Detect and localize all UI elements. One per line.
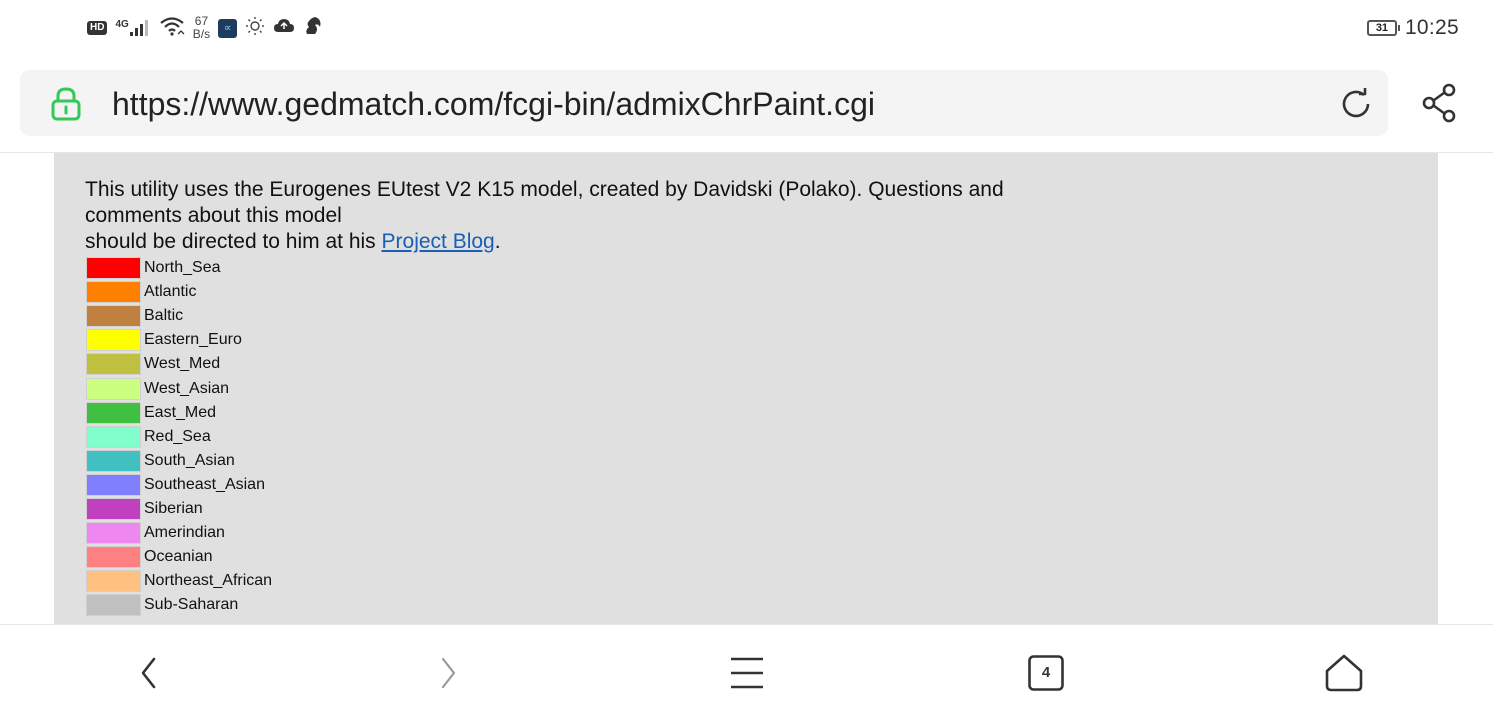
legend-label: Siberian — [144, 499, 203, 517]
legend-swatch — [86, 473, 141, 496]
legend-label: West_Med — [144, 355, 221, 373]
legend-item: South_Asian — [86, 449, 272, 473]
legend-label: Southeast_Asian — [144, 475, 265, 493]
menu-icon — [731, 657, 763, 689]
legend-label: Northeast_African — [144, 572, 273, 590]
project-blog-link[interactable]: Project Blog — [382, 230, 495, 253]
address-bar[interactable]: https://www.gedmatch.com/fcgi-bin/admixC… — [20, 70, 1388, 136]
back-button[interactable] — [121, 645, 177, 701]
menu-button[interactable] — [719, 645, 775, 701]
web-page[interactable]: This utility uses the Eurogenes EUtest V… — [0, 153, 1493, 624]
tabs-icon: 4 — [1028, 655, 1064, 691]
legend-item: Eastern_Euro — [86, 328, 272, 352]
legend-item: Baltic — [86, 304, 272, 328]
legend-swatch — [86, 497, 141, 520]
legend-swatch — [86, 305, 141, 328]
legend-item: Northeast_African — [86, 569, 272, 593]
legend-label: North_Sea — [144, 259, 221, 277]
brightness-icon — [245, 16, 265, 41]
signal-icon: 4G — [115, 19, 150, 37]
battery-icon: 31 — [1366, 20, 1400, 36]
legend-swatch — [86, 353, 141, 376]
legend-item: Atlantic — [86, 280, 272, 304]
legend-swatch — [86, 329, 141, 352]
network-speed: 67 B/s — [193, 15, 210, 41]
legend-item: Red_Sea — [86, 425, 272, 449]
reload-icon[interactable] — [1338, 86, 1374, 122]
legend-item: Oceanian — [86, 545, 272, 569]
share-icon[interactable] — [1420, 82, 1460, 124]
legend-item: West_Asian — [86, 376, 272, 400]
tabs-button[interactable]: 4 — [1018, 645, 1074, 701]
legend-swatch — [86, 522, 141, 545]
legend-label: Eastern_Euro — [144, 331, 242, 349]
legend-swatch — [86, 257, 141, 280]
description-line1: This utility uses the Eurogenes EUtest V… — [85, 178, 1004, 227]
legend-swatch — [86, 546, 141, 569]
legend-label: South_Asian — [144, 451, 235, 469]
legend-item: East_Med — [86, 401, 272, 425]
clock: 10:25 — [1404, 16, 1459, 39]
legend-label: Baltic — [144, 307, 184, 325]
network-speed-unit: B/s — [192, 27, 211, 41]
legend-item: West_Med — [86, 352, 272, 376]
legend-swatch — [86, 449, 141, 472]
model-description: This utility uses the Eurogenes EUtest V… — [85, 177, 1065, 255]
hd-icon: HD — [87, 21, 108, 35]
home-icon — [1325, 654, 1363, 692]
content-panel: This utility uses the Eurogenes EUtest V… — [54, 153, 1438, 624]
squirrel-app-icon — [303, 15, 323, 42]
legend-item: Southeast_Asian — [86, 473, 272, 497]
description-prefix: should be directed to him at his — [85, 230, 382, 253]
legend-label: Oceanian — [144, 548, 213, 566]
legend-swatch — [86, 425, 141, 448]
legend-item: Sub-Saharan — [86, 593, 272, 617]
browser-toolbar: https://www.gedmatch.com/fcgi-bin/admixC… — [0, 56, 1493, 153]
legend-swatch — [86, 401, 141, 424]
cloud-icon — [273, 17, 295, 40]
home-button[interactable] — [1316, 645, 1372, 701]
wifi-icon — [159, 15, 185, 42]
legend-item: Siberian — [86, 497, 272, 521]
tab-count: 4 — [1041, 664, 1051, 681]
legend-label: Sub-Saharan — [144, 596, 239, 614]
status-indicators: HD 4G 67 B/s ∝ — [87, 12, 323, 44]
chevron-left-icon — [141, 657, 156, 689]
app-notification-icon: ∝ — [218, 18, 238, 38]
network-type: 4G — [115, 19, 129, 30]
color-legend: North_Sea Atlantic Baltic Eastern_Euro West_… — [86, 256, 272, 617]
battery-level: 31 — [1375, 22, 1389, 34]
url-text[interactable]: https://www.gedmatch.com/fcgi-bin/admixC… — [112, 84, 875, 124]
forward-button[interactable] — [420, 645, 476, 701]
legend-label: Amerindian — [144, 524, 225, 542]
legend-label: Atlantic — [144, 283, 197, 301]
browser-bottom-nav: 4 — [0, 624, 1493, 721]
status-right: 31 10:25 — [1366, 12, 1459, 44]
legend-swatch — [86, 377, 141, 400]
legend-swatch — [86, 594, 141, 617]
description-suffix: . — [494, 230, 501, 253]
legend-label: East_Med — [144, 403, 217, 421]
description-line2: should be directed to him at his Project… — [85, 229, 1065, 255]
legend-swatch — [86, 570, 141, 593]
legend-swatch — [86, 281, 141, 304]
legend-label: Red_Sea — [144, 427, 211, 445]
chevron-right-icon — [441, 657, 456, 689]
lock-icon[interactable] — [50, 86, 82, 122]
legend-item: Amerindian — [86, 521, 272, 545]
status-bar: HD 4G 67 B/s ∝ 31 10:25 — [0, 0, 1493, 56]
legend-item: North_Sea — [86, 256, 272, 280]
legend-label: West_Asian — [144, 379, 230, 397]
